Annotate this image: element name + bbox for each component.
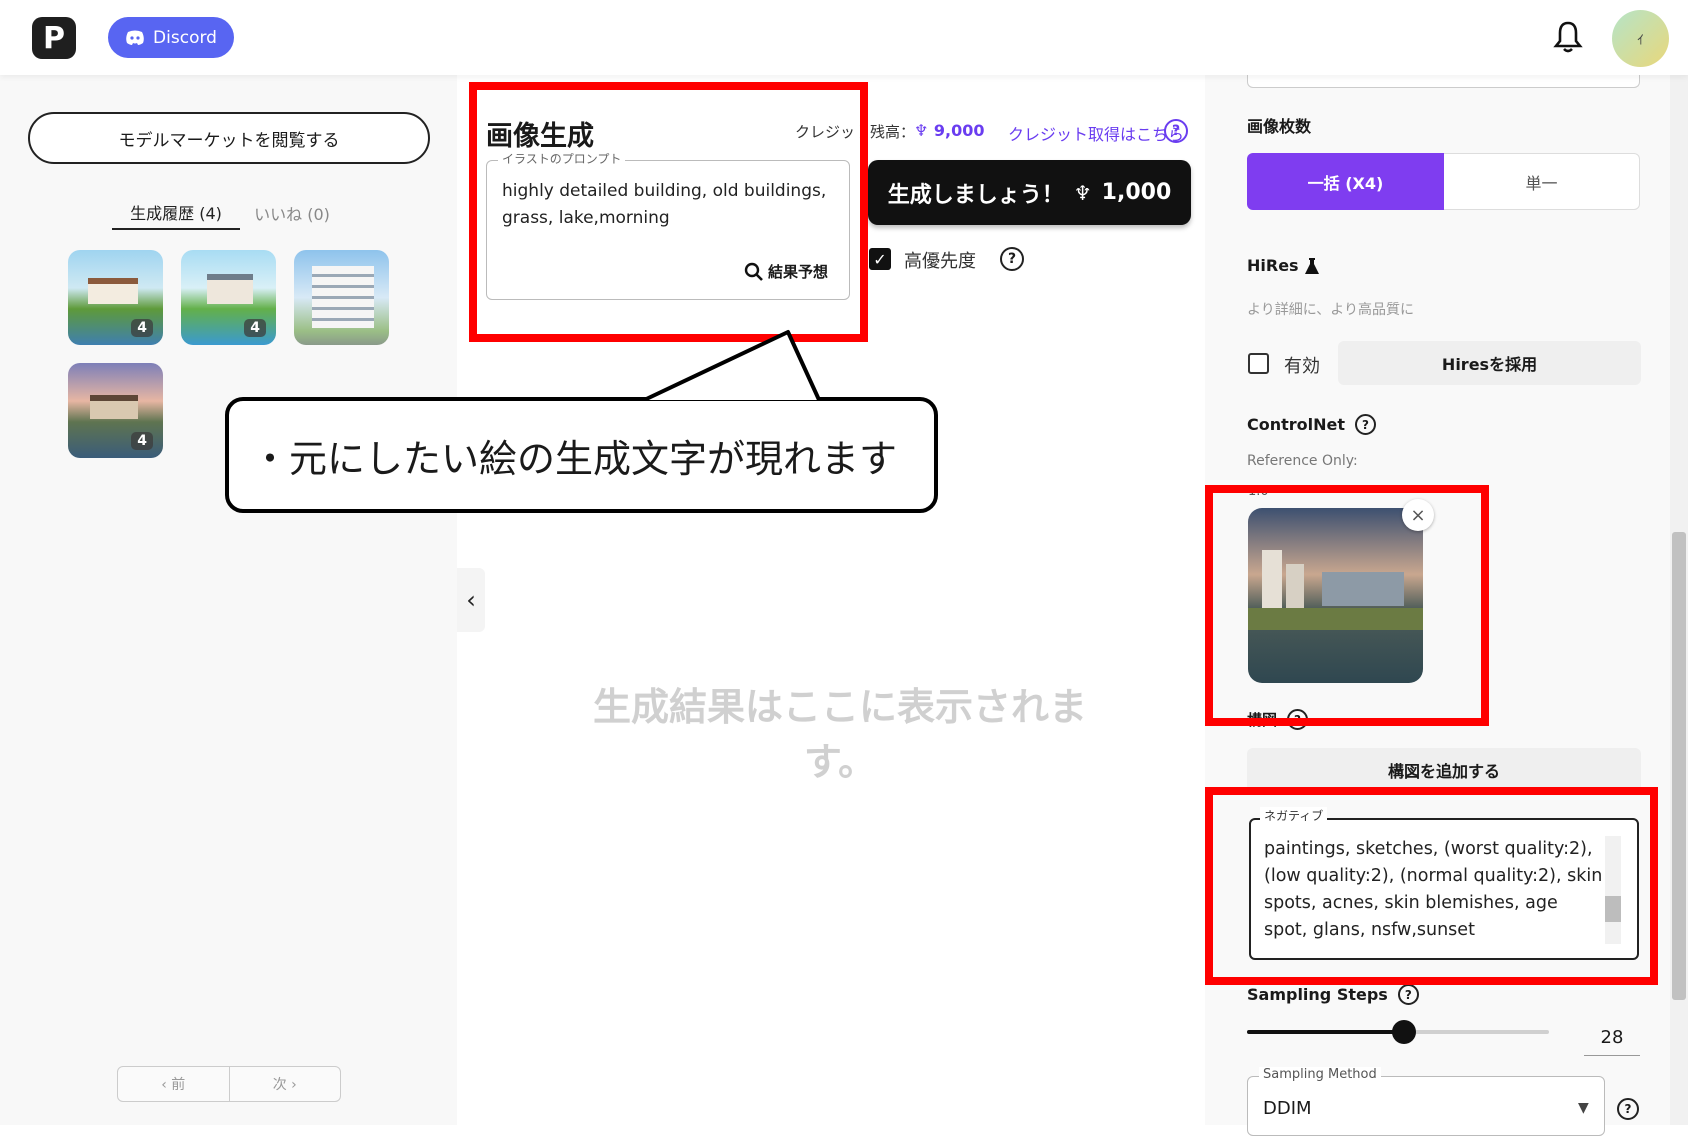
- generate-button[interactable]: 生成しましょう！ ♆ 1,000: [868, 160, 1191, 225]
- browse-model-market-button[interactable]: モデルマーケットを閲覧する: [28, 112, 430, 164]
- sampling-steps-label: Sampling Steps ?: [1247, 984, 1419, 1005]
- next-page-button[interactable]: 次 ›: [228, 1067, 341, 1101]
- negative-scrollbar-thumb[interactable]: [1605, 896, 1621, 922]
- controlnet-label: ControlNet ?: [1247, 414, 1377, 435]
- generate-cost: 1,000: [1101, 180, 1172, 205]
- hires-label: HiRes: [1247, 256, 1319, 275]
- sampling-steps-label-text: Sampling Steps: [1247, 985, 1388, 1004]
- image-count-label: 画像枚数: [1247, 117, 1312, 136]
- negative-prompt-text[interactable]: paintings, sketches, (worst quality:2), …: [1264, 836, 1604, 944]
- negative-scrollbar[interactable]: [1605, 836, 1621, 944]
- credit-help-icon[interactable]: ?: [1164, 119, 1188, 143]
- image-count-badge: 4: [131, 432, 153, 450]
- building-shape: [312, 266, 374, 328]
- top-header: P Discord ｲ: [0, 0, 1688, 75]
- tower-shape: [1262, 550, 1282, 608]
- history-thumbnail[interactable]: [294, 250, 389, 345]
- search-icon: [744, 262, 763, 281]
- batch-x4-button[interactable]: 一括 (X4): [1247, 153, 1444, 210]
- hires-description: より詳細に、より高品質に: [1247, 302, 1415, 318]
- remove-reference-close-icon[interactable]: ×: [1402, 499, 1434, 531]
- controlnet-help-icon[interactable]: ?: [1355, 414, 1377, 435]
- generate-label: 生成しましょう！: [887, 182, 1064, 208]
- prev-page-button[interactable]: ‹ 前: [118, 1067, 229, 1101]
- history-sidebar: [0, 75, 457, 1125]
- single-button[interactable]: 単一: [1444, 153, 1640, 210]
- prompt-label: イラストのプロンプト: [498, 150, 626, 167]
- high-priority-label: 高優先度: [904, 251, 976, 272]
- credit-flame-icon: ♆: [914, 121, 934, 140]
- building-shape: [1322, 572, 1404, 606]
- history-thumbnail[interactable]: 4: [68, 363, 163, 458]
- high-priority-checkbox[interactable]: ✓: [869, 248, 891, 270]
- predict-label: 結果予想: [768, 263, 829, 281]
- steps-value-input[interactable]: 28: [1584, 1020, 1640, 1056]
- sampling-method-label: Sampling Method: [1259, 1067, 1381, 1082]
- callout-pointer: [634, 330, 826, 406]
- credit-balance: ♆ 9,000: [914, 121, 985, 140]
- user-avatar[interactable]: ｲ: [1612, 10, 1669, 67]
- credit-flame-icon: ♆: [1073, 180, 1092, 205]
- controlnet-weight: 1.0: [1248, 484, 1269, 499]
- history-thumbnail[interactable]: 4: [181, 250, 276, 345]
- controlnet-label-text: ControlNet: [1247, 415, 1346, 434]
- priority-help-icon[interactable]: ?: [1000, 247, 1024, 271]
- discord-label: Discord: [153, 27, 217, 48]
- method-help-icon[interactable]: ?: [1617, 1098, 1639, 1120]
- lawn-shape: [1248, 608, 1423, 630]
- tower-shape: [1286, 564, 1304, 608]
- tab-history[interactable]: 生成履歴 (4): [112, 196, 240, 230]
- caret-down-icon[interactable]: ▼: [1578, 1100, 1589, 1116]
- sampling-method-value: DDIM: [1263, 1098, 1312, 1119]
- notification-bell-icon[interactable]: [1553, 20, 1583, 54]
- hires-enable-checkbox[interactable]: [1248, 353, 1269, 374]
- page-scrollbar-thumb[interactable]: [1672, 532, 1686, 1000]
- hires-label-text: HiRes: [1247, 256, 1299, 275]
- steps-slider-handle[interactable]: [1392, 1020, 1417, 1044]
- negative-prompt-label: ネガティブ: [1260, 807, 1328, 824]
- image-count-badge: 4: [244, 319, 266, 337]
- history-pager: ‹ 前 次 ›: [117, 1066, 341, 1102]
- tab-likes[interactable]: いいね (0): [250, 196, 334, 230]
- image-count-badge: 4: [131, 319, 153, 337]
- composition-help-icon[interactable]: ?: [1287, 709, 1309, 730]
- avatar-initial: ｲ: [1637, 33, 1644, 48]
- history-thumbnail[interactable]: 4: [68, 250, 163, 345]
- result-placeholder: 生成結果はここに表示されます。: [592, 685, 1087, 784]
- credit-amount-value: 9,000: [933, 121, 985, 140]
- hires-enable-label: 有効: [1284, 356, 1320, 377]
- apply-hires-button[interactable]: Hiresを採用: [1338, 341, 1641, 385]
- callout-annotation: ・元にしたい絵の生成文字が現れます: [225, 397, 938, 513]
- discord-button[interactable]: Discord: [108, 17, 234, 58]
- discord-icon: [126, 30, 144, 45]
- house-shape: [207, 274, 253, 304]
- get-credits-link[interactable]: クレジット取得はこちら: [1008, 121, 1184, 145]
- page-title: 画像生成: [486, 121, 594, 152]
- predict-result-button[interactable]: 結果予想: [744, 261, 828, 282]
- app-logo[interactable]: P: [32, 17, 76, 59]
- reference-image[interactable]: [1248, 508, 1423, 683]
- composition-label: 構図 ?: [1247, 709, 1309, 730]
- house-shape: [88, 278, 138, 304]
- logo-letter: P: [43, 20, 65, 56]
- castle-shape: [90, 395, 138, 419]
- prompt-text[interactable]: highly detailed building, old buildings,…: [502, 178, 842, 232]
- controlnet-reference-label: Reference Only:: [1247, 453, 1358, 469]
- steps-help-icon[interactable]: ?: [1397, 984, 1419, 1005]
- collapse-sidebar-chevron-icon[interactable]: ‹: [457, 568, 485, 632]
- credit-balance-label: クレジット残高：: [795, 123, 916, 141]
- add-composition-button[interactable]: 構図を追加する: [1247, 748, 1641, 792]
- steps-slider-fill: [1247, 1030, 1405, 1034]
- composition-label-text: 構図: [1247, 711, 1278, 729]
- flask-icon: [1304, 257, 1319, 274]
